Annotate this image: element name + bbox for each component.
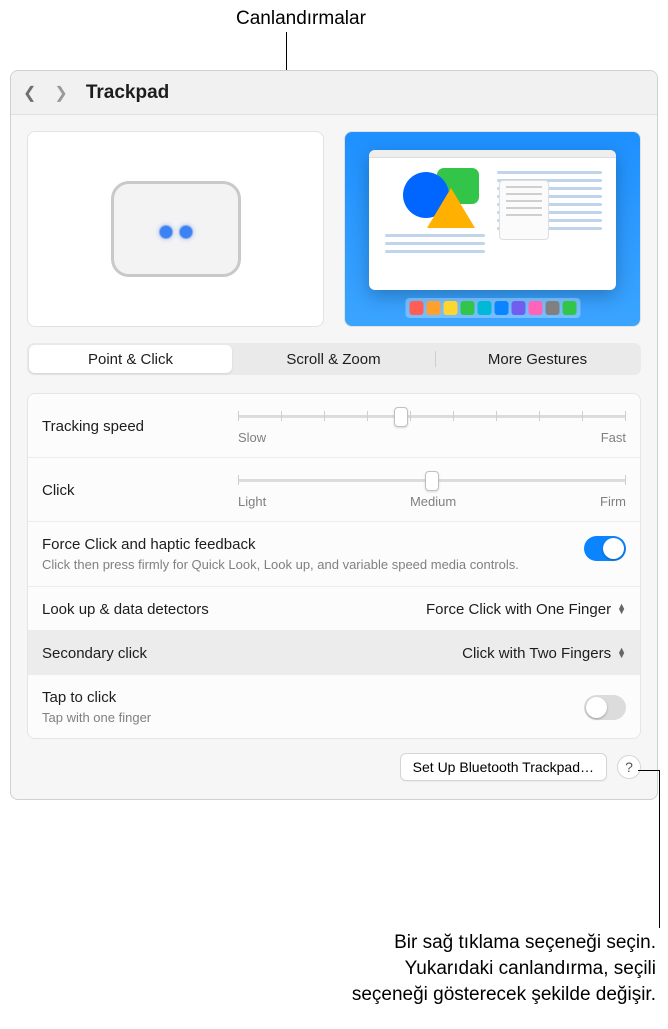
touch-point-icon (179, 225, 193, 239)
secondary-click-label: Secondary click (42, 645, 147, 662)
force-click-desc: Click then press firmly for Quick Look, … (42, 556, 519, 574)
click-row: Click Light Medium Firm (28, 458, 640, 522)
tracking-speed-label: Tracking speed (42, 418, 222, 435)
click-label: Click (42, 482, 222, 499)
tracking-speed-row: Tracking speed Slow Fast (28, 394, 640, 458)
tracking-speed-high: Fast (601, 430, 626, 445)
tab-point-click[interactable]: Point & Click (29, 345, 232, 373)
titlebar: ❮ ❯ Trackpad (11, 71, 657, 115)
tracking-speed-slider[interactable] (238, 408, 626, 426)
force-click-toggle[interactable] (584, 536, 626, 561)
settings-window: ❮ ❯ Trackpad (10, 70, 658, 800)
click-high: Firm (600, 494, 626, 509)
secondary-click-row: Secondary click Click with Two Fingers ▲… (28, 631, 640, 675)
sample-window (369, 150, 616, 290)
settings-panel: Tracking speed Slow Fast Click (27, 393, 641, 739)
click-low: Light (238, 494, 266, 509)
click-mid: Medium (266, 494, 600, 509)
tab-more-gestures[interactable]: More Gestures (436, 345, 639, 373)
dock-icon (405, 298, 580, 318)
lookup-label: Look up & data detectors (42, 601, 209, 618)
callout-line-h (638, 770, 660, 771)
callout-top-label: Canlandırmalar (236, 8, 366, 30)
updown-icon: ▲▼ (617, 604, 626, 614)
nav-forward-icon: ❯ (54, 83, 67, 103)
force-click-label: Force Click and haptic feedback (42, 536, 519, 553)
touch-point-icon (159, 225, 173, 239)
desktop-animation-preview (344, 131, 641, 327)
click-slider[interactable] (238, 472, 626, 490)
tap-to-click-toggle[interactable] (584, 695, 626, 720)
setup-bluetooth-button[interactable]: Set Up Bluetooth Trackpad… (400, 753, 607, 781)
trackpad-animation-preview (27, 131, 324, 327)
help-button[interactable]: ? (617, 755, 641, 779)
callout-line-v (659, 770, 660, 928)
tap-to-click-desc: Tap with one finger (42, 709, 151, 727)
force-click-row: Force Click and haptic feedback Click th… (28, 522, 640, 587)
lookup-select[interactable]: Force Click with One Finger ▲▼ (426, 601, 626, 618)
secondary-click-select[interactable]: Click with Two Fingers ▲▼ (462, 645, 626, 662)
tab-scroll-zoom[interactable]: Scroll & Zoom (232, 345, 435, 373)
callout-bottom-label: Bir sağ tıklama seçeneği seçin. Yukarıda… (352, 930, 656, 1007)
trackpad-icon (111, 181, 241, 277)
page-title: Trackpad (86, 82, 169, 104)
tap-to-click-row: Tap to click Tap with one finger (28, 675, 640, 739)
updown-icon: ▲▼ (617, 648, 626, 658)
tab-group: Point & Click Scroll & Zoom More Gesture… (27, 343, 641, 375)
nav-back-icon[interactable]: ❮ (23, 83, 36, 103)
lookup-row: Look up & data detectors Force Click wit… (28, 587, 640, 631)
tracking-speed-low: Slow (238, 430, 266, 445)
tap-to-click-label: Tap to click (42, 689, 151, 706)
